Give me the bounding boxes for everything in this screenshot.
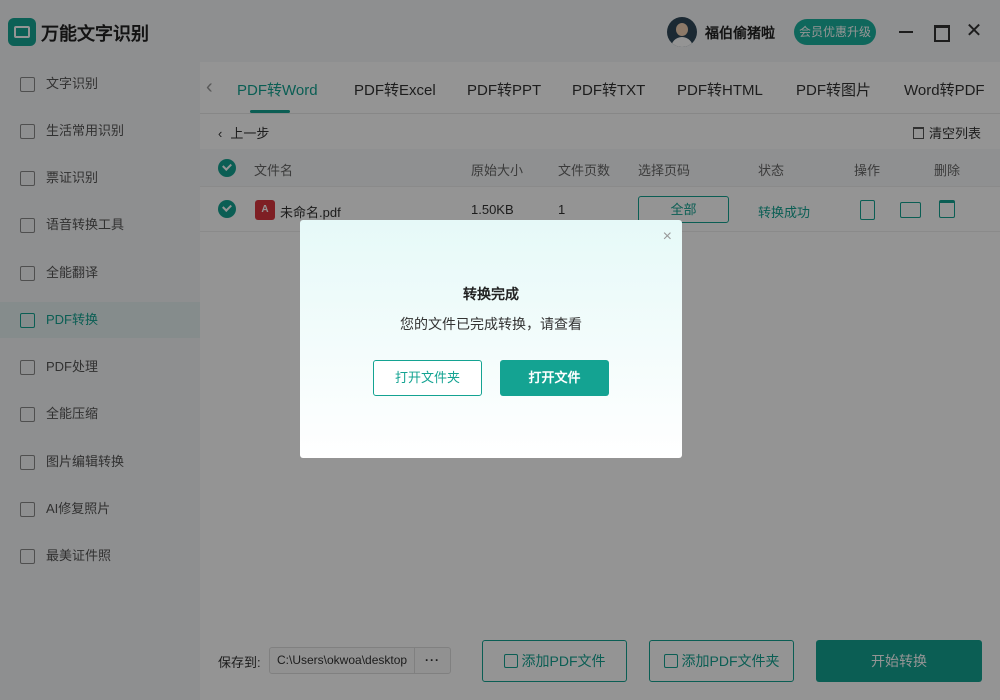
close-icon[interactable]: × [663, 228, 672, 246]
open-file-button[interactable]: 打开文件 [500, 360, 609, 396]
conversion-complete-dialog: × 转换完成 您的文件已完成转换，请查看 打开文件夹 打开文件 [300, 220, 682, 458]
dialog-message: 您的文件已完成转换，请查看 [400, 316, 582, 332]
open-folder-button[interactable]: 打开文件夹 [373, 360, 482, 396]
dialog-title: 转换完成 [463, 286, 519, 302]
